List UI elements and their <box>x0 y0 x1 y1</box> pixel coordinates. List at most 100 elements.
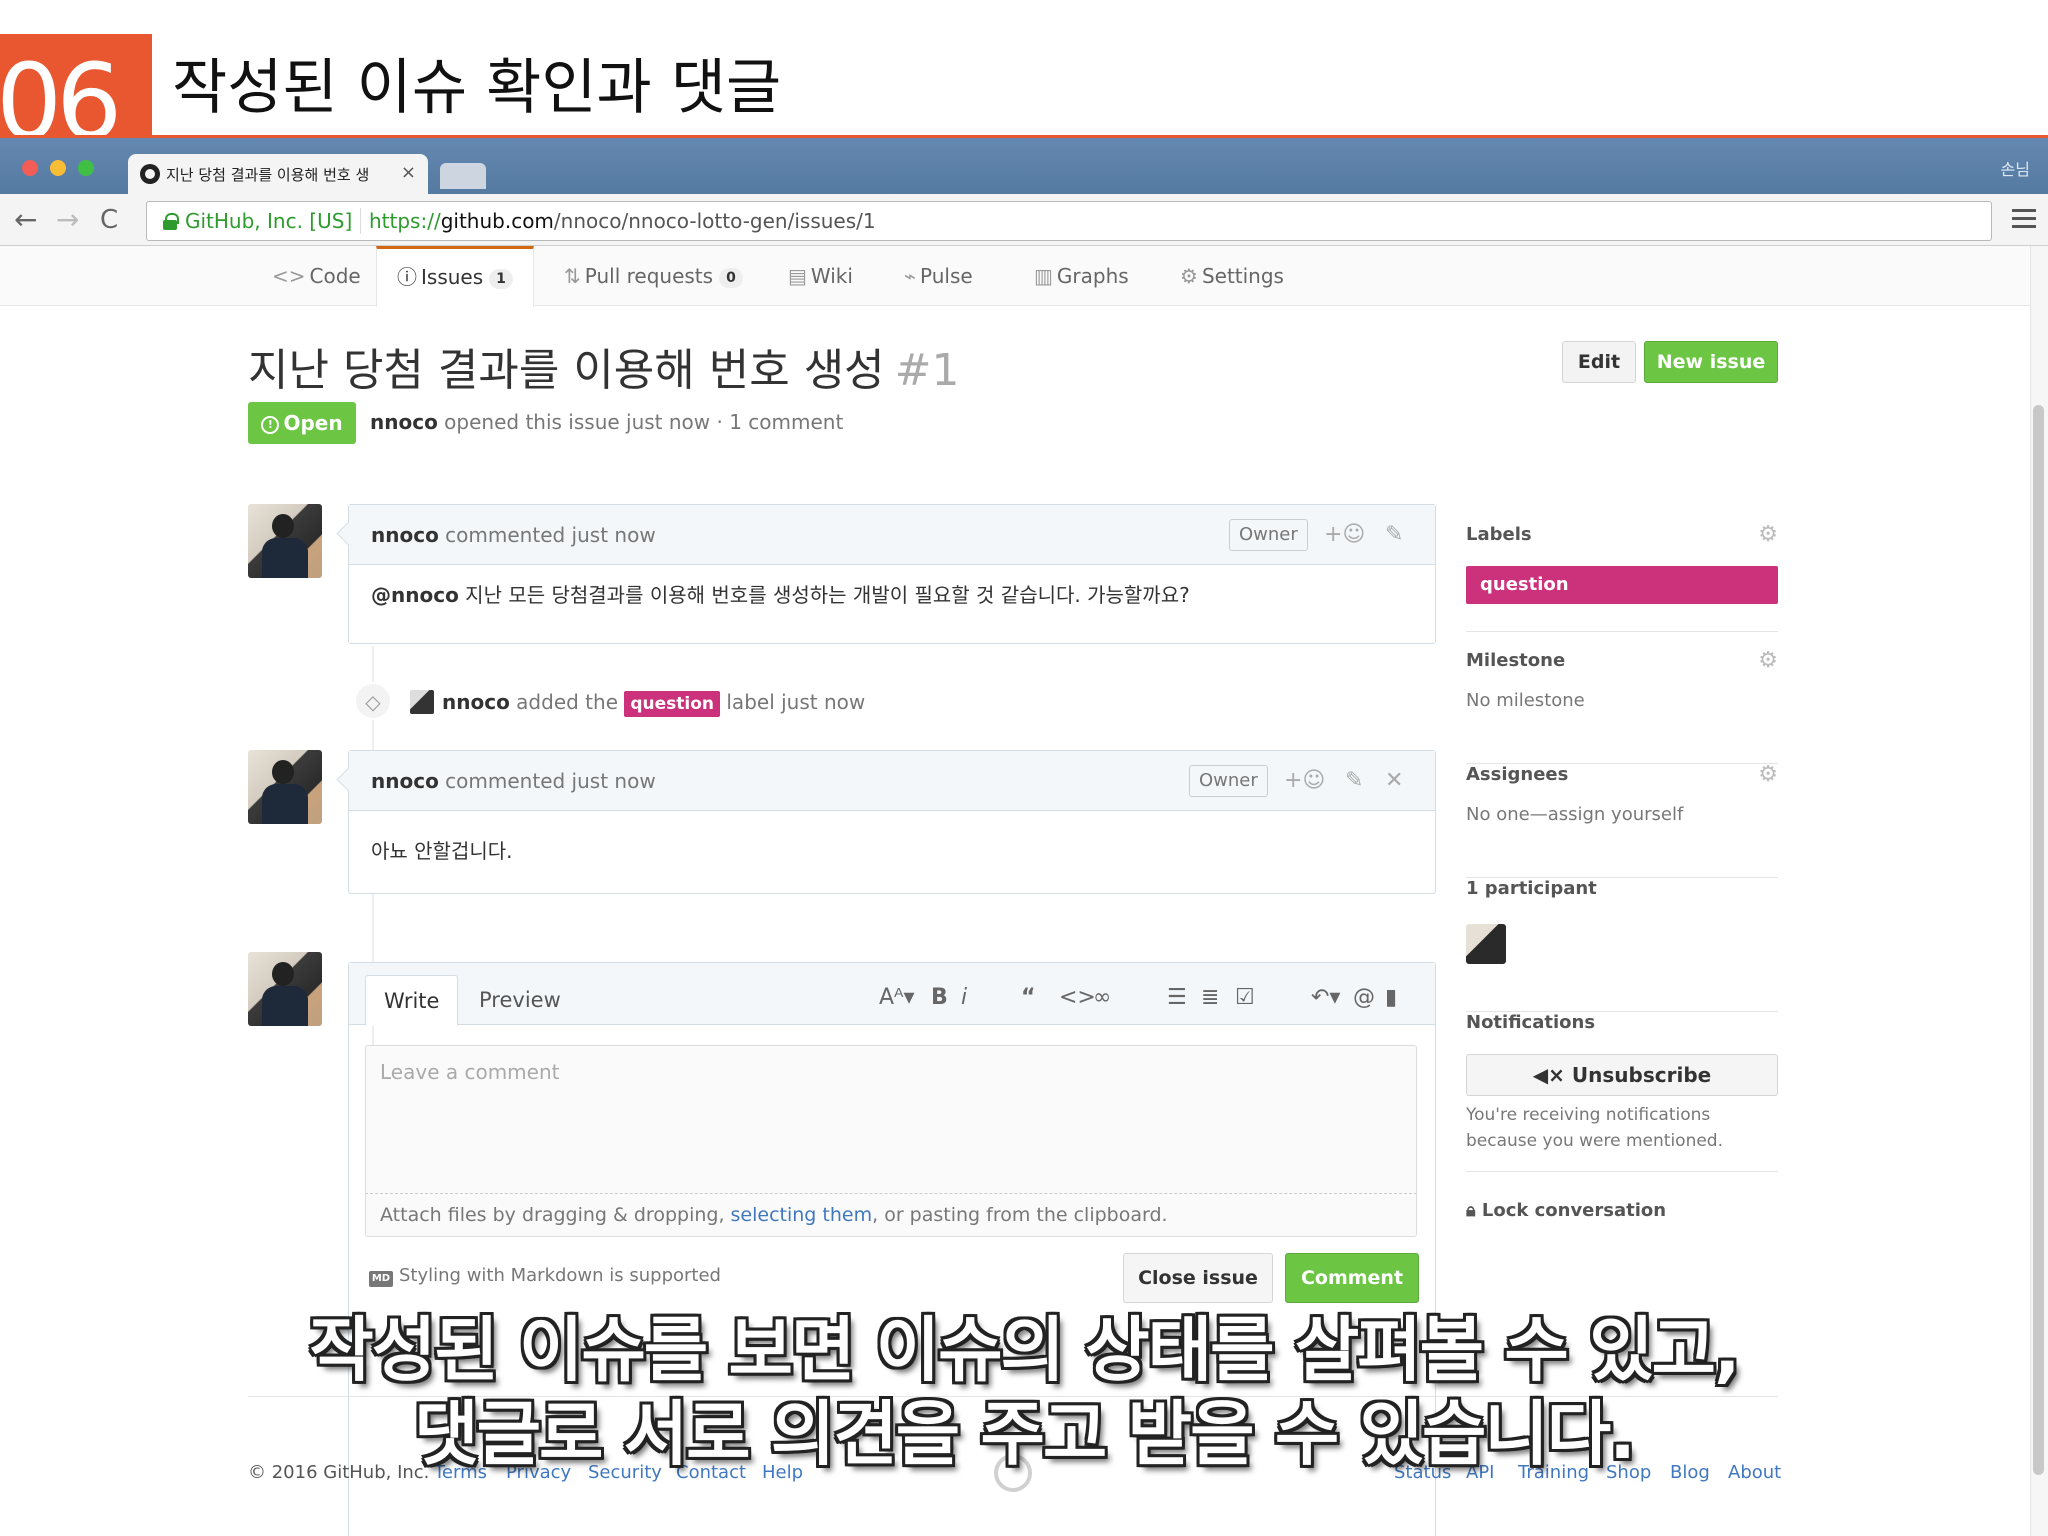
window-zoom-icon[interactable] <box>78 160 94 176</box>
repo-nav: <> Code ⓘ Issues 1 ⇅ Pull requests 0 ▤ Wiki ⌁ P… <box>0 246 2030 307</box>
tab-code-label: Code <box>309 264 361 288</box>
pencil-icon[interactable]: ✎ <box>1345 751 1363 811</box>
slide-title: 작성된 이슈 확인과 댓글 <box>172 53 782 123</box>
slide-number: 06 <box>0 34 152 136</box>
issue-opened-icon: ! <box>261 416 280 434</box>
ev-certificate-badge[interactable]: GitHub, Inc. [US] <box>157 208 362 234</box>
event-label[interactable]: question <box>624 691 721 717</box>
sidebar-milestone: Milestone ⚙ No milestone <box>1466 648 1778 764</box>
comment-timestamp[interactable]: commented just now <box>445 769 656 793</box>
quote-icon[interactable]: “ <box>1021 983 1035 1013</box>
issue-meta: nnoco opened this issue just now · 1 com… <box>370 410 843 434</box>
markdown-hint-text[interactable]: Styling with Markdown is supported <box>399 1265 721 1286</box>
status-badge: ! Open <box>248 402 356 444</box>
new-issue-button[interactable]: New issue <box>1644 341 1778 383</box>
code-icon: <> <box>272 264 306 288</box>
issue-opened-icon: ⓘ <box>397 265 417 289</box>
event-post-text: label just now <box>726 690 866 714</box>
bookmark-icon[interactable]: ▮ <box>1385 983 1397 1013</box>
edit-button[interactable]: Edit <box>1562 341 1636 383</box>
reload-icon[interactable]: C <box>100 204 118 236</box>
comment-timestamp[interactable]: commented just now <box>445 523 656 547</box>
issue-author[interactable]: nnoco <box>370 410 438 434</box>
lock-icon <box>163 213 179 230</box>
task-list-icon[interactable]: ☑ <box>1235 983 1255 1013</box>
comment-placeholder: Leave a comment <box>380 1060 560 1084</box>
assign-yourself-link[interactable]: No one—assign yourself <box>1466 804 1683 825</box>
tab-issues[interactable]: ⓘ Issues 1 <box>376 246 534 307</box>
gear-icon[interactable]: ⚙ <box>1758 648 1778 673</box>
comment-text: 아뇨 안할겁니다. <box>371 839 513 863</box>
select-files-link[interactable]: selecting them <box>731 1204 873 1226</box>
event-pre-text: added the <box>516 690 618 714</box>
close-icon[interactable]: ✕ <box>1385 751 1403 811</box>
comment-body: 아뇨 안할겁니다. <box>349 811 1435 891</box>
comment-author[interactable]: nnoco <box>371 769 439 793</box>
back-arrow-icon[interactable]: ← <box>14 204 37 236</box>
unsubscribe-button[interactable]: ◀× Unsubscribe <box>1466 1054 1778 1096</box>
bold-icon[interactable]: B <box>931 983 948 1013</box>
tab-pulse[interactable]: ⌁ Pulse <box>904 246 973 306</box>
tab-pull-requests[interactable]: ⇅ Pull requests 0 <box>564 246 743 306</box>
issue-meta-text: opened this issue just now · 1 comment <box>444 410 844 434</box>
italic-icon[interactable]: i <box>961 983 967 1013</box>
lock-conversation-link[interactable]: 🔒︎ Lock conversation <box>1466 1200 1666 1221</box>
tab-graphs[interactable]: ▥ Graphs <box>1034 246 1129 306</box>
notification-reason: You're receiving notifications because y… <box>1466 1105 1724 1151</box>
participant-avatar[interactable] <box>1466 924 1506 964</box>
user-mention[interactable]: @nnoco <box>371 583 459 607</box>
file-drop-hint: Attach files by dragging & dropping, sel… <box>365 1193 1417 1237</box>
window-minimize-icon[interactable] <box>50 160 66 176</box>
tab-settings[interactable]: ⚙ Settings <box>1180 246 1284 306</box>
url-path: /nnoco/nnoco-lotto-gen/issues/1 <box>553 209 876 233</box>
url-text[interactable]: https://github.com/nnoco/nnoco-lotto-gen… <box>369 208 876 234</box>
pencil-icon[interactable]: ✎ <box>1385 505 1403 565</box>
text-size-icon[interactable]: Aᴬ▾ <box>879 983 915 1013</box>
gear-icon: ⚙ <box>1180 264 1198 288</box>
reply-icon[interactable]: ↶▾ <box>1311 983 1340 1013</box>
new-tab-button[interactable] <box>440 163 486 189</box>
avatar[interactable] <box>248 504 322 578</box>
mute-icon: ◀× <box>1532 1063 1565 1087</box>
sidebar-participants-heading: 1 participant <box>1466 878 1597 899</box>
add-reaction-icon[interactable]: +☺ <box>1284 751 1325 811</box>
status-badge-label: Open <box>283 411 343 435</box>
label-question[interactable]: question <box>1466 566 1778 604</box>
url-scheme: https:// <box>369 209 441 233</box>
sidebar-milestone-heading: Milestone <box>1466 650 1566 671</box>
browser-profile[interactable]: 손님 <box>2001 156 2030 180</box>
tab-write[interactable]: Write <box>365 975 459 1026</box>
avatar[interactable] <box>248 750 322 824</box>
tab-settings-label: Settings <box>1201 264 1284 288</box>
gear-icon[interactable]: ⚙ <box>1758 762 1778 787</box>
comment-author[interactable]: nnoco <box>371 523 439 547</box>
tab-close-icon[interactable]: × <box>401 162 416 183</box>
unordered-list-icon[interactable]: ☰ <box>1167 983 1187 1013</box>
forward-arrow-icon[interactable]: → <box>56 204 79 236</box>
comment-textarea[interactable]: Leave a comment <box>365 1045 1417 1193</box>
tab-code[interactable]: <> Code <box>272 246 361 306</box>
tab-pull-requests-label: Pull requests <box>584 264 714 288</box>
gear-icon[interactable]: ⚙ <box>1758 522 1778 547</box>
form-tabs: Write Preview Aᴬ▾ B i “ <> ∞ ☰ ≣ ☑ ↶▾ @ … <box>349 963 1435 1026</box>
mention-icon[interactable]: @ <box>1353 983 1375 1013</box>
graph-icon: ▥ <box>1034 264 1053 288</box>
sidebar-labels-heading: Labels <box>1466 524 1532 545</box>
address-bar[interactable]: GitHub, Inc. [US] https://github.com/nno… <box>146 201 1992 241</box>
tab-wiki[interactable]: ▤ Wiki <box>788 246 853 306</box>
avatar[interactable] <box>248 952 322 1026</box>
browser-tab[interactable]: 지난 당첨 결과를 이용해 번호 생 × <box>128 154 428 194</box>
sidebar-participants: 1 participant <box>1466 878 1778 1012</box>
window-close-icon[interactable] <box>22 160 38 176</box>
link-icon[interactable]: ∞ <box>1093 983 1111 1013</box>
github-favicon-icon <box>140 164 160 184</box>
drop-hint-post: , or pasting from the clipboard. <box>872 1204 1168 1226</box>
event-actor[interactable]: nnoco <box>442 690 510 714</box>
tab-preview[interactable]: Preview <box>461 975 579 1026</box>
browser-menu-icon[interactable] <box>2012 209 2036 231</box>
comment-header: nnoco commented just now Owner +☺ ✎ <box>349 505 1435 565</box>
code-icon[interactable]: <> <box>1059 983 1096 1013</box>
ordered-list-icon[interactable]: ≣ <box>1201 983 1219 1013</box>
event-avatar[interactable] <box>410 690 434 714</box>
add-reaction-icon[interactable]: +☺ <box>1324 505 1365 565</box>
